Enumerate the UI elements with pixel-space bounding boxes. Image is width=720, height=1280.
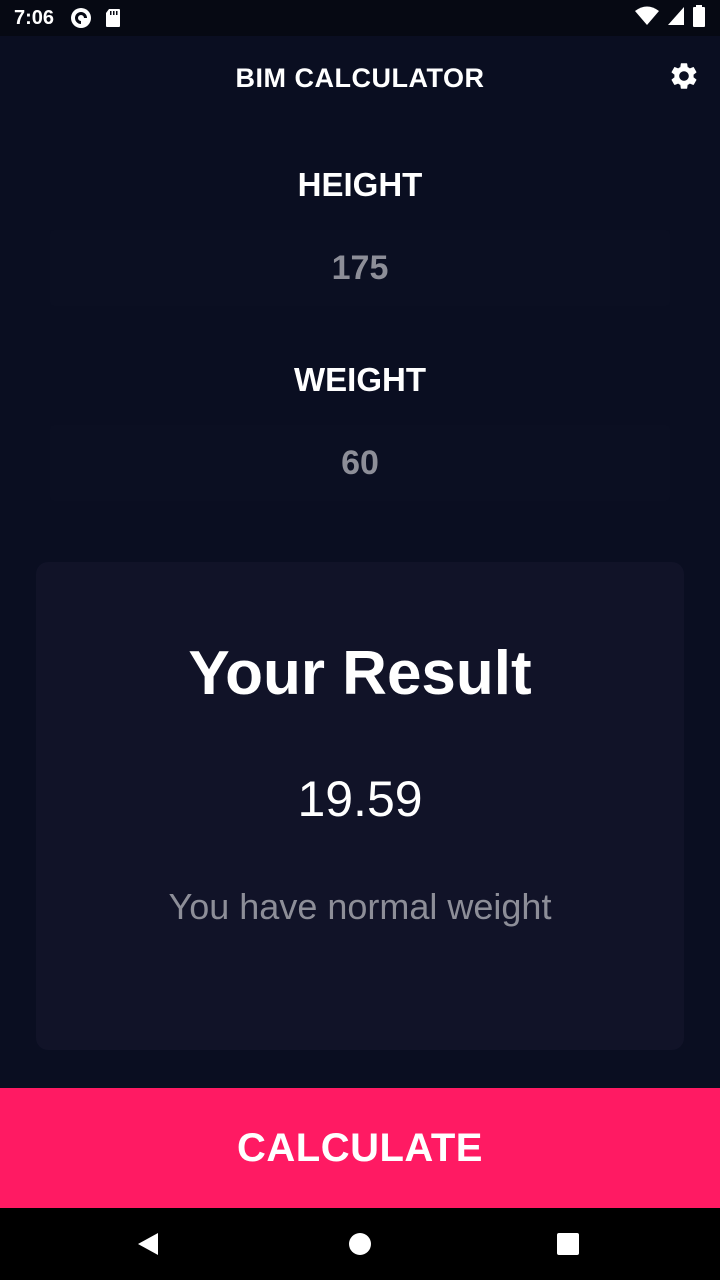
height-label: HEIGHT (297, 166, 423, 203)
height-input[interactable] (50, 247, 670, 289)
height-field (50, 230, 670, 306)
status-time: 7:06 (14, 6, 55, 29)
status-bar: 7:06 (0, 0, 720, 36)
result-message: You have normal weight (168, 886, 552, 927)
calculate-button[interactable]: CALCULATE (0, 1088, 720, 1208)
pocket-casts-icon (70, 7, 92, 29)
weight-label: WEIGHT (294, 361, 426, 398)
status-right-icons (634, 4, 706, 33)
wifi-icon (634, 5, 660, 32)
app-screen: 7:06 BIM CALCULATOR HEIGHT 175 WEIGHT 60… (0, 0, 720, 1280)
weight-field (50, 425, 670, 501)
weight-input[interactable] (50, 442, 670, 484)
signal-icon (666, 5, 686, 32)
gear-icon[interactable] (668, 60, 700, 92)
system-nav-bar (0, 1208, 720, 1280)
home-icon[interactable] (346, 1230, 374, 1258)
back-icon[interactable] (134, 1230, 162, 1258)
sd-card-icon (104, 7, 126, 29)
calculate-button-label: CALCULATE (237, 1125, 483, 1170)
app-title: BIM CALCULATOR (235, 62, 485, 93)
result-title: Your Result (188, 639, 532, 708)
battery-icon (692, 4, 706, 33)
result-card: Your Result 19.59 You have normal weight (36, 562, 684, 1050)
recents-icon[interactable] (554, 1230, 582, 1258)
bmi-value: 19.59 (297, 771, 423, 827)
app-bar: BIM CALCULATOR (0, 36, 720, 120)
